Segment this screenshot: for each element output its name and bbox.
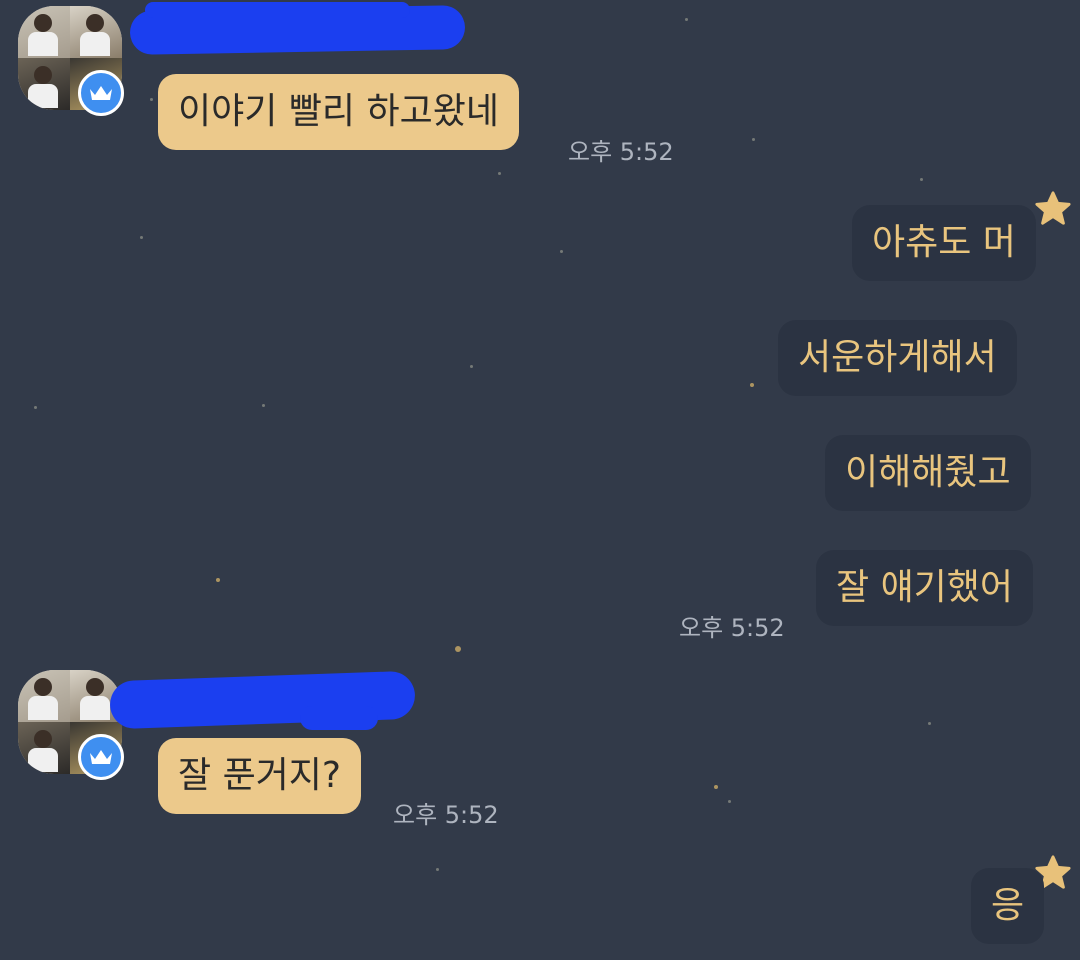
message-bubble-incoming[interactable]: 이야기 빨리 하고왔네 (158, 74, 519, 150)
sparkle-icon (1035, 191, 1071, 225)
message-text: 서운하게해서 (798, 337, 997, 378)
background-star (470, 365, 473, 368)
background-star (714, 785, 718, 789)
crown-icon (78, 70, 124, 116)
message-text: 잘 얘기했어 (836, 567, 1014, 608)
redacted-sender-name (145, 2, 410, 18)
message-bubble-outgoing[interactable]: 응 (971, 868, 1045, 944)
background-star (216, 578, 220, 582)
background-star (928, 722, 931, 725)
message-bubble-outgoing[interactable]: 서운하게해서 (778, 320, 1017, 396)
message-text: 응 (991, 885, 1025, 926)
background-star (455, 646, 461, 652)
message-time: 오후 5:52 (679, 614, 785, 642)
background-star (150, 98, 153, 101)
message-text: 아츄도 머 (872, 222, 1016, 263)
background-star (436, 868, 439, 871)
message-text: 이야기 빨리 하고왔네 (178, 91, 499, 132)
background-star (685, 18, 688, 21)
message-time: 오후 5:52 (568, 138, 674, 166)
message-text: 이해해줬고 (845, 452, 1011, 493)
background-star (920, 178, 923, 181)
background-star (262, 404, 265, 407)
background-star (728, 800, 731, 803)
background-star (34, 406, 37, 409)
crown-icon (78, 734, 124, 780)
background-star (498, 172, 501, 175)
background-star (750, 383, 754, 387)
message-bubble-outgoing[interactable]: 아츄도 머 (852, 205, 1036, 281)
message-bubble-outgoing[interactable]: 이해해줬고 (825, 435, 1031, 511)
message-bubble-incoming[interactable]: 잘 푼거지? (158, 738, 362, 814)
background-star (752, 138, 755, 141)
message-bubble-outgoing[interactable]: 잘 얘기했어 (816, 550, 1034, 626)
background-star (140, 236, 143, 239)
redacted-sender-name (300, 706, 378, 730)
message-time: 오후 5:52 (393, 801, 499, 829)
background-star (560, 250, 563, 253)
message-text: 잘 푼거지? (178, 755, 342, 796)
